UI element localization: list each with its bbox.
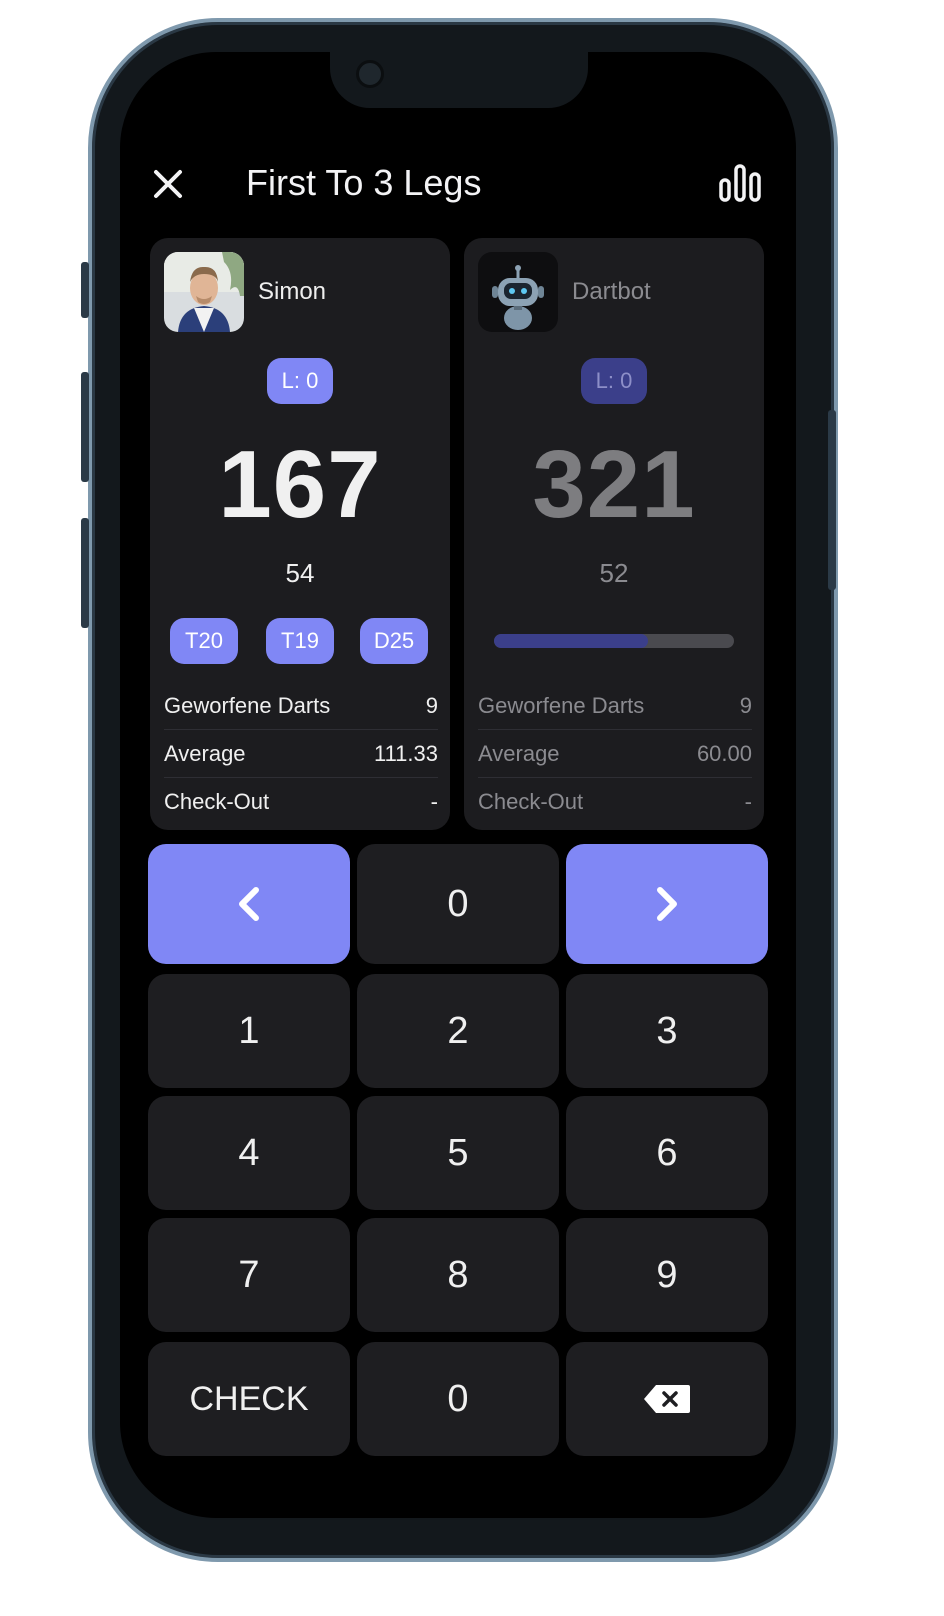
close-icon[interactable]: [148, 164, 188, 204]
previous-button[interactable]: [148, 844, 350, 964]
backspace-icon: [644, 1385, 690, 1413]
stat-row: Geworfene Darts 9: [164, 682, 438, 730]
stat-label: Check-Out: [164, 788, 270, 814]
player-card-dartbot: Dartbot L: 0 321 52 Geworfene Darts 9 Av…: [464, 238, 764, 830]
key-0[interactable]: 0: [357, 1342, 559, 1456]
score-input-display[interactable]: 0: [357, 844, 559, 964]
stat-label: Geworfene Darts: [164, 692, 331, 718]
remaining-score: 167: [218, 431, 382, 538]
volume-down-button: [81, 518, 89, 628]
key-1[interactable]: 1: [148, 974, 350, 1088]
chevron-right-icon: [657, 887, 677, 921]
stat-label: Geworfene Darts: [478, 692, 645, 718]
stat-row: Average 60.00: [478, 730, 752, 778]
key-5[interactable]: 5: [357, 1096, 559, 1210]
bot-progress-bar: [494, 634, 734, 648]
mute-switch: [81, 262, 89, 318]
stat-row: Geworfene Darts 9: [478, 682, 752, 730]
key-2[interactable]: 2: [357, 974, 559, 1088]
stat-value: 60.00: [696, 740, 752, 766]
legs-badge: L: 0: [581, 358, 647, 404]
power-button: [828, 410, 836, 590]
check-button[interactable]: CHECK: [148, 1342, 350, 1456]
player-stats: Geworfene Darts 9 Average 60.00 Check-Ou…: [478, 682, 752, 825]
player-stats: Geworfene Darts 9 Average 111.33 Check-O…: [164, 682, 438, 825]
checkout-chip: T20: [170, 618, 238, 664]
checkout-chip: D25: [360, 618, 428, 664]
legs-badge: L: 0: [267, 358, 333, 404]
key-7[interactable]: 7: [148, 1218, 350, 1332]
player-name: Simon: [258, 278, 327, 305]
last-score: 54: [285, 558, 315, 588]
player-card-simon: Simon L: 0 167 54 T20 T19 D25 Geworfene …: [150, 238, 450, 830]
stat-value: 9: [739, 692, 752, 718]
stat-value: 9: [425, 692, 438, 718]
last-score: 52: [599, 558, 629, 588]
checkout-suggestions: T20 T19 D25: [170, 618, 434, 666]
next-button[interactable]: [566, 844, 768, 964]
chevron-left-icon: [239, 887, 259, 921]
camera-icon: [356, 60, 384, 88]
key-9[interactable]: 9: [566, 1218, 768, 1332]
avatar: [478, 252, 558, 332]
checkout-chip: T19: [266, 618, 334, 664]
key-6[interactable]: 6: [566, 1096, 768, 1210]
stat-label: Average: [478, 740, 560, 766]
stat-value: -: [430, 788, 438, 814]
top-bar: First To 3 Legs: [120, 152, 796, 216]
bar-chart-icon[interactable]: [718, 162, 762, 206]
volume-up-button: [81, 372, 89, 482]
stat-row: Check-Out -: [164, 778, 438, 825]
bot-progress-fill: [494, 634, 648, 648]
avatar: [164, 252, 244, 332]
key-8[interactable]: 8: [357, 1218, 559, 1332]
key-3[interactable]: 3: [566, 974, 768, 1088]
stat-row: Check-Out -: [478, 778, 752, 825]
screen: First To 3 Legs Simon L: 0 167 54 T20 T1…: [120, 52, 796, 1518]
stat-row: Average 111.33: [164, 730, 438, 778]
stat-value: 111.33: [373, 740, 438, 766]
stat-label: Average: [164, 740, 246, 766]
page-title: First To 3 Legs: [246, 162, 482, 203]
notch: [330, 52, 588, 108]
player-name: Dartbot: [572, 278, 651, 305]
remaining-score: 321: [532, 431, 696, 538]
key-4[interactable]: 4: [148, 1096, 350, 1210]
stat-value: -: [744, 788, 752, 814]
stat-label: Check-Out: [478, 788, 584, 814]
backspace-button[interactable]: [566, 1342, 768, 1456]
